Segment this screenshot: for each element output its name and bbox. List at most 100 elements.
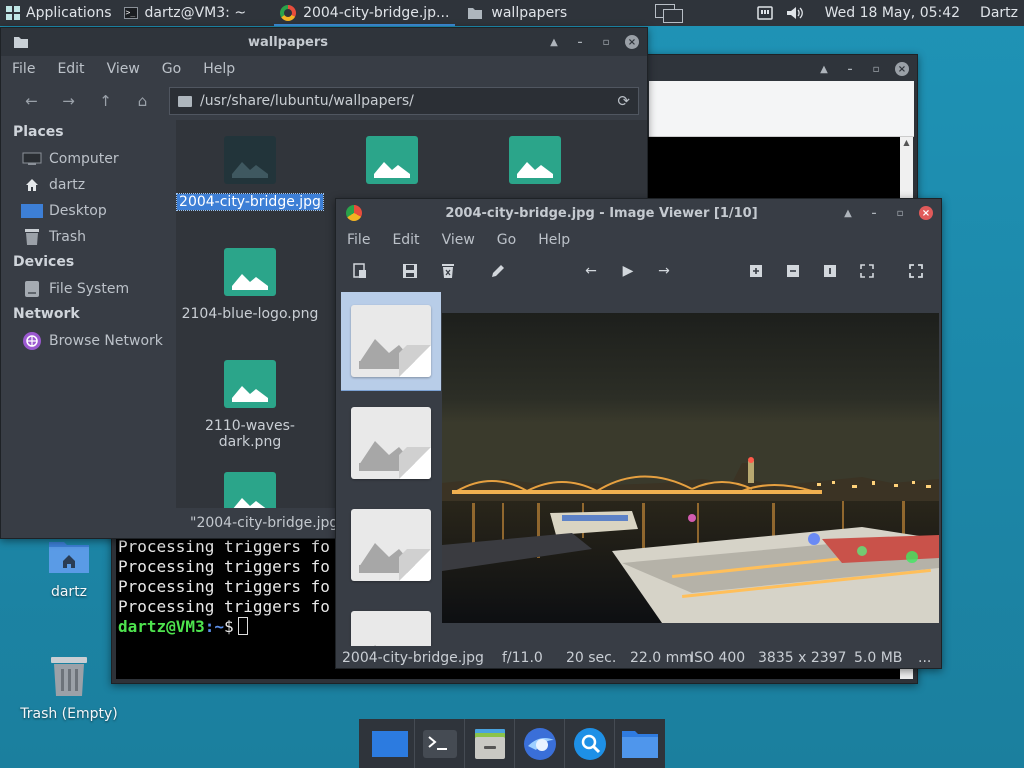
dock-file-manager[interactable] <box>615 719 665 768</box>
file-name: 2110-waves-dark.png <box>205 418 295 450</box>
menu-view[interactable]: View <box>431 232 486 248</box>
fullscreen-icon[interactable] <box>906 261 926 281</box>
file-item[interactable] <box>461 136 609 194</box>
menu-file[interactable]: File <box>336 232 381 248</box>
reload-icon[interactable]: ⟳ <box>617 92 630 110</box>
computer-icon <box>21 150 43 168</box>
menu-view[interactable]: View <box>96 61 151 77</box>
zoom-out-icon[interactable] <box>783 261 803 281</box>
minimize-icon[interactable]: – <box>573 35 587 49</box>
fit-window-icon[interactable] <box>857 261 877 281</box>
delete-icon[interactable] <box>438 261 458 281</box>
close-icon[interactable]: × <box>919 206 933 220</box>
task-image-viewer[interactable]: 2004-city-bridge.jp... <box>274 0 456 26</box>
menu-help[interactable]: Help <box>527 232 581 248</box>
applications-menu[interactable]: Applications <box>0 0 118 26</box>
image-viewer-window[interactable]: 2004-city-bridge.jpg - Image Viewer [1/1… <box>335 198 942 669</box>
close-icon[interactable]: × <box>625 35 639 49</box>
file-item[interactable] <box>318 136 466 194</box>
maximize-icon[interactable]: ▫ <box>893 206 907 220</box>
devices-heading: Devices <box>13 254 75 270</box>
menu-edit[interactable]: Edit <box>46 61 95 77</box>
minimize-icon[interactable]: – <box>843 62 857 76</box>
play-icon[interactable]: ▶ <box>618 261 638 281</box>
save-icon[interactable] <box>400 261 420 281</box>
shade-icon[interactable]: ▲ <box>817 62 831 76</box>
menu-file[interactable]: File <box>1 61 46 77</box>
status-aperture: f/11.0 <box>502 650 543 666</box>
task-label: dartz@VM3: ~ <box>144 5 247 21</box>
back-icon[interactable]: ← <box>13 87 50 115</box>
sidebar-item-home[interactable]: dartz <box>1 172 176 198</box>
file-manager-titlebar[interactable]: wallpapers ▲ – ▫ × <box>1 28 647 56</box>
file-item[interactable]: 2110-waves-dark.png <box>176 360 324 450</box>
menu-go[interactable]: Go <box>151 61 192 77</box>
thumbnail[interactable] <box>341 598 441 646</box>
forward-icon[interactable]: → <box>50 87 87 115</box>
clock[interactable]: Wed 18 May, 05:42 <box>819 0 966 26</box>
dock-terminal[interactable] <box>415 719 465 768</box>
zoom-in-icon[interactable] <box>746 261 766 281</box>
network-icon[interactable] <box>751 0 779 26</box>
desktop-trash-label: Trash (Empty) <box>20 706 118 722</box>
path-bar[interactable]: /usr/share/lubuntu/wallpapers/ ⟳ <box>169 87 639 115</box>
sidebar-item-browse-network[interactable]: Browse Network <box>1 328 176 354</box>
minimize-icon[interactable]: – <box>867 206 881 220</box>
file-item[interactable] <box>176 472 324 508</box>
menu-help[interactable]: Help <box>192 61 246 77</box>
thumbnail-strip[interactable] <box>341 292 441 646</box>
sidebar-item-computer[interactable]: Computer <box>1 146 176 172</box>
dock-show-desktop[interactable] <box>365 719 415 768</box>
thumbnail[interactable] <box>341 394 441 492</box>
image-viewer-app-icon <box>346 205 362 221</box>
original-size-icon[interactable] <box>820 261 840 281</box>
sidebar-item-label: Desktop <box>49 203 107 219</box>
folder-icon <box>468 8 483 19</box>
sidebar-item-trash[interactable]: Trash <box>1 224 176 250</box>
volume-icon[interactable] <box>779 0 809 26</box>
menu-edit[interactable]: Edit <box>381 232 430 248</box>
status-file-size: 5.0 MB <box>854 650 903 666</box>
window-title: wallpapers <box>247 34 329 50</box>
displayed-image[interactable] <box>442 313 939 623</box>
user-menu[interactable]: Dartz <box>974 0 1024 26</box>
task-terminal[interactable]: >_ dartz@VM3: ~ <box>118 0 253 26</box>
dock-search[interactable] <box>565 719 615 768</box>
maximize-icon[interactable]: ▫ <box>869 62 883 76</box>
places-heading: Places <box>13 124 64 140</box>
search-icon <box>573 727 606 760</box>
thumbnail[interactable] <box>341 292 441 391</box>
menu-go[interactable]: Go <box>486 232 527 248</box>
file-item[interactable]: 2104-blue-logo.png <box>176 248 324 322</box>
desktop-home-icon[interactable]: dartz <box>14 538 124 600</box>
task-file-manager[interactable]: wallpapers <box>461 0 573 26</box>
close-icon[interactable]: × <box>895 62 909 76</box>
maximize-icon[interactable]: ▫ <box>599 35 613 49</box>
up-icon[interactable]: ↑ <box>87 87 124 115</box>
shade-icon[interactable]: ▲ <box>841 206 855 220</box>
thumbnail[interactable] <box>341 496 441 594</box>
shade-icon[interactable]: ▲ <box>547 35 561 49</box>
image-file-icon <box>224 472 276 508</box>
image-viewer-titlebar[interactable]: 2004-city-bridge.jpg - Image Viewer [1/1… <box>336 199 941 227</box>
open-file-icon[interactable] <box>350 261 370 281</box>
sidebar-item-desktop[interactable]: Desktop <box>1 198 176 224</box>
show-desktop-icon <box>371 730 408 757</box>
next-icon[interactable]: → <box>654 261 674 281</box>
status-more[interactable]: ... <box>918 650 931 666</box>
image-placeholder-icon <box>351 611 431 646</box>
dock-archive-manager[interactable] <box>465 719 515 768</box>
sidebar-item-filesystem[interactable]: File System <box>1 276 176 302</box>
file-item[interactable]: 2004-city-bridge.jpg <box>176 136 324 211</box>
workspace-switcher[interactable] <box>653 2 685 24</box>
image-file-icon <box>366 136 418 184</box>
desktop-trash-icon[interactable]: Trash (Empty) <box>14 654 124 722</box>
home-icon[interactable]: ⌂ <box>124 87 161 115</box>
task-label: wallpapers <box>491 5 568 21</box>
previous-icon[interactable]: ← <box>581 261 601 281</box>
image-viewer-menubar: File Edit View Go Help <box>336 227 941 253</box>
dock-browser[interactable] <box>515 719 565 768</box>
edit-pencil-icon[interactable] <box>488 261 508 281</box>
window-title: 2004-city-bridge.jpg - Image Viewer [1/1… <box>445 205 758 221</box>
prompt-path: :~ <box>204 617 224 636</box>
